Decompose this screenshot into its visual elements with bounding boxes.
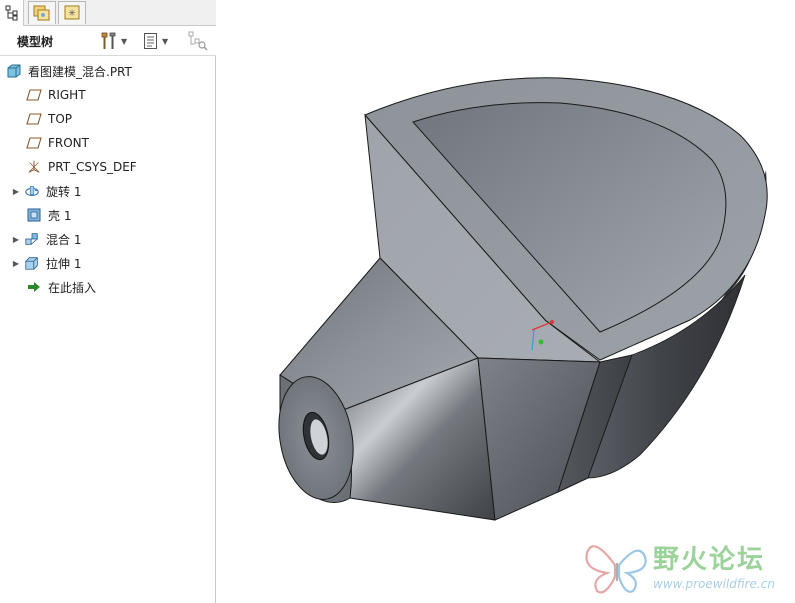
watermark-title: 野火论坛 <box>653 545 766 575</box>
tree-item-label: TOP <box>48 112 73 126</box>
expand-arrow-icon[interactable]: ▶ <box>10 259 22 268</box>
tab-folder-browser[interactable] <box>28 1 56 24</box>
model-tree-toolbar: 模型树 ▼ ▼ <box>0 26 216 56</box>
tree-item-extrude[interactable]: ▶ 拉伸 1 <box>10 252 82 274</box>
tree-item-revolve[interactable]: ▶ 旋转 1 <box>10 180 82 202</box>
coordinate-system-icon <box>26 159 42 175</box>
3d-model <box>278 77 768 521</box>
chevron-down-icon: ▼ <box>162 36 169 46</box>
favorites-tab-icon: ✳ <box>64 5 80 20</box>
tab-model-tree[interactable] <box>0 0 24 26</box>
tree-item-shell[interactable]: 壳 1 <box>12 204 71 226</box>
tree-item-insert-here[interactable]: 在此插入 <box>12 276 96 298</box>
app-window: ✳ 模型树 ▼ ▼ 看图建模_混合.PRT RIGHT TOP FRONT PR… <box>0 0 795 603</box>
chevron-down-icon: ▼ <box>121 36 128 46</box>
butterfly-logo-icon <box>585 545 647 594</box>
expand-arrow-icon[interactable]: ▶ <box>10 235 22 244</box>
model-tree-tab-icon <box>5 5 17 21</box>
filter-button[interactable] <box>187 29 209 53</box>
tree-item-blend[interactable]: ▶ 混合 1 <box>10 228 82 250</box>
panel-title: 模型树 <box>17 35 54 49</box>
navigator-panel: ✳ 模型树 ▼ ▼ 看图建模_混合.PRT RIGHT TOP FRONT PR… <box>0 0 216 603</box>
settings-button[interactable]: ▼ <box>100 29 127 53</box>
tree-root-label: 看图建模_混合.PRT <box>28 64 132 79</box>
tree-item-label: 拉伸 1 <box>46 256 82 271</box>
tree-item-label: 混合 1 <box>46 232 82 247</box>
tree-item-label: RIGHT <box>48 88 86 102</box>
tree-item-label: 壳 1 <box>48 208 72 223</box>
tree-item-label: 旋转 1 <box>46 184 82 199</box>
filter-icon <box>188 31 208 51</box>
part-icon <box>6 63 22 79</box>
show-button[interactable]: ▼ <box>143 29 168 53</box>
tree-item-csys[interactable]: PRT_CSYS_DEF <box>12 156 137 178</box>
folder-browser-tab-icon <box>33 5 50 21</box>
expand-arrow-icon[interactable]: ▶ <box>10 187 22 196</box>
shell-icon <box>26 207 42 223</box>
tree-item-top[interactable]: TOP <box>12 108 72 130</box>
tree-item-front[interactable]: FRONT <box>12 132 89 154</box>
forum-watermark: 野火论坛 www.proewildfire.cn <box>583 535 788 597</box>
watermark-url: www.proewildfire.cn <box>653 577 775 591</box>
insert-here-arrow-icon <box>26 279 42 295</box>
tree-item-label: FRONT <box>48 136 89 150</box>
svg-text:✳: ✳ <box>68 9 76 19</box>
show-list-icon <box>144 33 157 49</box>
tree-item-right[interactable]: RIGHT <box>12 84 86 106</box>
revolve-icon <box>24 183 40 199</box>
tab-favorites[interactable]: ✳ <box>58 1 86 24</box>
blend-icon <box>24 231 40 247</box>
settings-tools-icon <box>101 32 116 49</box>
datum-plane-icon <box>26 111 42 127</box>
navigator-tabbar: ✳ <box>0 0 216 26</box>
datum-plane-icon <box>26 87 42 103</box>
tree-item-label: PRT_CSYS_DEF <box>48 160 137 174</box>
extrude-icon <box>24 255 40 271</box>
tree-root-part[interactable]: 看图建模_混合.PRT <box>6 60 132 82</box>
tree-item-label: 在此插入 <box>48 280 97 295</box>
datum-plane-icon <box>26 135 42 151</box>
graphics-viewport[interactable]: 野火论坛 www.proewildfire.cn <box>217 0 795 603</box>
